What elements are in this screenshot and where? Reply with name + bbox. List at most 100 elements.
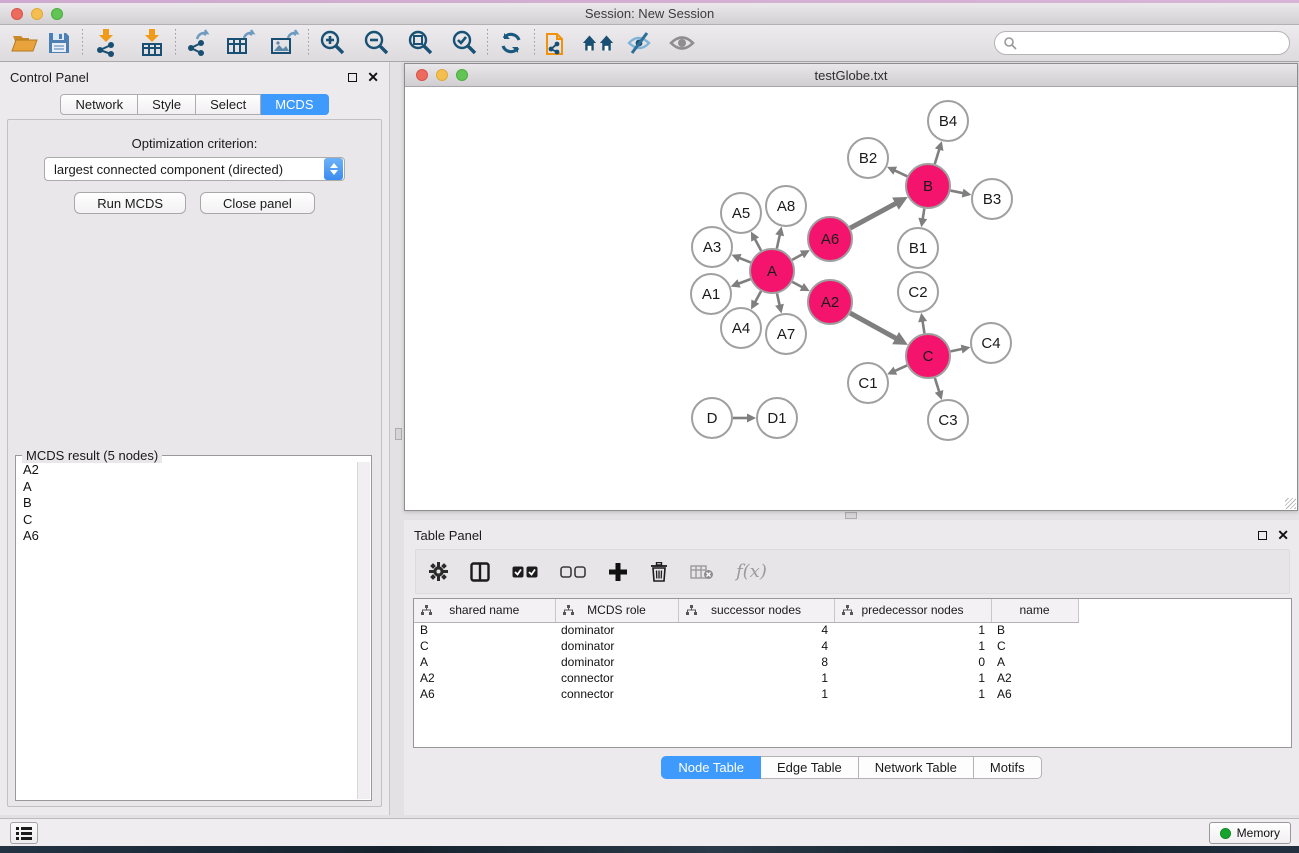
search-input[interactable]	[1017, 36, 1289, 50]
list-item[interactable]: A6	[17, 528, 357, 545]
graph-node-C3[interactable]: C3	[928, 400, 968, 440]
zoom-in-icon[interactable]	[315, 28, 349, 58]
list-item[interactable]: B	[17, 495, 357, 512]
tab-motifs[interactable]: Motifs	[974, 756, 1042, 779]
graph-node-C4[interactable]: C4	[971, 323, 1011, 363]
refresh-icon[interactable]	[494, 28, 528, 58]
tab-select[interactable]: Select	[196, 94, 261, 115]
tab-style[interactable]: Style	[138, 94, 196, 115]
import-network-icon[interactable]	[89, 28, 123, 58]
tab-mcds[interactable]: MCDS	[261, 94, 328, 115]
table-cell[interactable]: A6	[414, 686, 555, 702]
graph-edge[interactable]	[738, 257, 751, 262]
graph-edge[interactable]	[737, 279, 750, 284]
table-cell[interactable]: 1	[834, 670, 991, 686]
result-scrollbar[interactable]	[357, 462, 370, 799]
gear-icon[interactable]	[429, 562, 448, 581]
column-shared-name[interactable]: shared name	[414, 599, 555, 622]
add-icon[interactable]	[608, 562, 628, 582]
table-cell[interactable]: dominator	[555, 622, 678, 638]
column-mcds-role[interactable]: MCDS role	[555, 599, 678, 622]
graph-node-B3[interactable]: B3	[972, 179, 1012, 219]
network-canvas[interactable]: B4B2BB3A5A8A6A3B1AC2A1A2A4A7C4CC1C3DD1	[405, 88, 1297, 510]
tab-edge-table[interactable]: Edge Table	[761, 756, 859, 779]
table-cell[interactable]: 4	[678, 638, 834, 654]
graph-edge[interactable]	[850, 203, 897, 228]
table-cell[interactable]: dominator	[555, 638, 678, 654]
criterion-dropdown[interactable]: largest connected component (directed)	[44, 157, 345, 181]
table-row[interactable]: Adominator80A	[414, 654, 1078, 670]
trash-icon[interactable]	[650, 562, 668, 582]
zoom-selected-icon[interactable]	[447, 28, 481, 58]
tab-network-table[interactable]: Network Table	[859, 756, 974, 779]
tab-network[interactable]: Network	[60, 94, 138, 115]
list-item[interactable]: A2	[17, 462, 357, 479]
search-field[interactable]	[994, 31, 1290, 55]
graph-node-D1[interactable]: D1	[757, 398, 797, 438]
run-mcds-button[interactable]: Run MCDS	[74, 192, 186, 214]
graph-node-A3[interactable]: A3	[692, 227, 732, 267]
graph-edge[interactable]	[935, 378, 940, 393]
node-table[interactable]: shared name MCDS role successor nodes pr…	[413, 598, 1292, 748]
table-cell[interactable]: 1	[834, 686, 991, 702]
houses-icon[interactable]	[581, 28, 615, 58]
table-cell[interactable]: 1	[678, 686, 834, 702]
graph-edge[interactable]	[777, 293, 780, 306]
close-panel-button[interactable]: Close panel	[200, 192, 315, 214]
vertical-splitter-handle[interactable]	[395, 428, 402, 440]
graph-edge[interactable]	[777, 233, 780, 248]
graph-node-C2[interactable]: C2	[898, 272, 938, 312]
graph-node-B[interactable]: B	[906, 164, 950, 208]
table-cell[interactable]: A6	[991, 686, 1078, 702]
save-session-icon[interactable]	[42, 28, 76, 58]
table-cell[interactable]: B	[991, 622, 1078, 638]
tab-node-table[interactable]: Node Table	[661, 756, 761, 779]
graph-node-A6[interactable]: A6	[808, 217, 852, 261]
graph-node-B4[interactable]: B4	[928, 101, 968, 141]
column-name[interactable]: name	[991, 599, 1078, 622]
graph-edge[interactable]	[894, 365, 907, 371]
column-predecessor-nodes[interactable]: predecessor nodes	[834, 599, 991, 622]
graph-node-C1[interactable]: C1	[848, 363, 888, 403]
zoom-out-icon[interactable]	[359, 28, 393, 58]
table-cell[interactable]: C	[414, 638, 555, 654]
table-cell[interactable]: A	[414, 654, 555, 670]
table-row[interactable]: A2connector11A2	[414, 670, 1078, 686]
float-table-panel-icon[interactable]	[1258, 531, 1267, 540]
table-cell[interactable]: A2	[414, 670, 555, 686]
table-cell[interactable]: 4	[678, 622, 834, 638]
graph-node-A1[interactable]: A1	[691, 274, 731, 314]
table-cell[interactable]: dominator	[555, 654, 678, 670]
graph-node-A8[interactable]: A8	[766, 186, 806, 226]
table-cell[interactable]: 0	[834, 654, 991, 670]
table-cell[interactable]: B	[414, 622, 555, 638]
resize-grip[interactable]	[1285, 498, 1296, 509]
horizontal-splitter-handle[interactable]	[845, 512, 857, 519]
graph-node-B2[interactable]: B2	[848, 138, 888, 178]
table-cell[interactable]: 1	[834, 638, 991, 654]
list-item[interactable]: A	[17, 479, 357, 496]
list-item[interactable]: C	[17, 512, 357, 529]
graph-edge[interactable]	[951, 191, 965, 194]
table-cell[interactable]: connector	[555, 686, 678, 702]
columns-icon[interactable]	[470, 562, 490, 582]
graph-node-A5[interactable]: A5	[721, 193, 761, 233]
graph-node-B1[interactable]: B1	[898, 228, 938, 268]
memory-button[interactable]: Memory	[1209, 822, 1291, 844]
select-all-icon[interactable]	[512, 566, 538, 578]
mcds-result-list[interactable]: A2ABCA6	[17, 462, 357, 799]
float-panel-icon[interactable]	[348, 73, 357, 82]
graph-edge[interactable]	[754, 238, 761, 251]
graph-node-A2[interactable]: A2	[808, 280, 852, 324]
table-row[interactable]: Cdominator41C	[414, 638, 1078, 654]
zoom-fit-icon[interactable]	[403, 28, 437, 58]
table-cell[interactable]: C	[991, 638, 1078, 654]
table-cell[interactable]: A	[991, 654, 1078, 670]
open-file-icon[interactable]	[8, 28, 42, 58]
graph-node-A[interactable]: A	[750, 249, 794, 293]
graph-node-A7[interactable]: A7	[766, 314, 806, 354]
hide-details-icon[interactable]	[623, 28, 657, 58]
column-successor-nodes[interactable]: successor nodes	[678, 599, 834, 622]
close-panel-icon[interactable]: ✕	[367, 70, 379, 84]
export-image-icon[interactable]	[268, 28, 302, 58]
